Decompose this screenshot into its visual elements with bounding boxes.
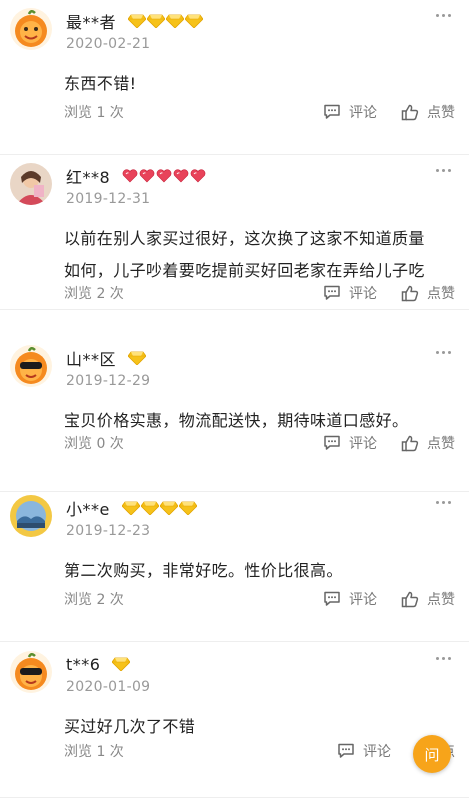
review-date: 2019-12-23	[66, 523, 151, 539]
user-level-badges	[121, 501, 198, 515]
comment-button[interactable]: 评论	[337, 741, 391, 761]
gold-diamond-icon	[128, 351, 147, 365]
more-options-icon[interactable]	[436, 14, 451, 17]
username: 山**区	[66, 350, 117, 369]
review-item: t**62020-01-09买过好几次了不错浏览 1 次评论点	[0, 643, 469, 798]
user-avatar[interactable]	[10, 345, 52, 387]
view-count: 浏览 2 次	[64, 286, 124, 302]
red-heart-icon	[156, 169, 172, 183]
user-info: 山**区	[66, 345, 147, 371]
user-level-badges	[122, 169, 207, 183]
more-options-icon[interactable]	[436, 169, 451, 172]
view-count: 浏览 2 次	[64, 592, 124, 608]
gold-diamond-icon	[166, 14, 185, 28]
like-button[interactable]: 点赞	[401, 283, 455, 303]
review-text: 东西不错!	[64, 68, 454, 100]
review-date: 2020-01-09	[66, 679, 151, 695]
review-item: 山**区 2019-12-29 宝贝价格实惠，物流配送快，期待味道口感好。 浏览 0 …	[0, 337, 469, 492]
like-label: 点赞	[427, 286, 455, 302]
comment-label: 评论	[349, 286, 377, 302]
comment-icon	[324, 591, 340, 606]
comment-icon	[324, 435, 340, 450]
user-level-badges	[112, 657, 131, 671]
user-info: 小**e	[66, 495, 198, 521]
username: 最**者	[66, 13, 117, 32]
user-info: t**6	[66, 651, 131, 677]
review-text-line: 东西不错!	[64, 74, 137, 93]
review-date: 2019-12-29	[66, 373, 151, 389]
view-count: 浏览 1 次	[64, 744, 124, 760]
user-level-badges	[128, 351, 147, 365]
comment-button[interactable]: 评论	[323, 283, 377, 303]
like-label: 点赞	[427, 105, 455, 121]
gold-diamond-icon	[147, 14, 166, 28]
username: t**6	[66, 654, 101, 674]
review-date: 2020-02-21	[66, 36, 151, 52]
comment-label: 评论	[349, 105, 377, 121]
like-button[interactable]: 点赞	[401, 433, 455, 453]
gold-diamond-icon	[140, 501, 159, 515]
gold-diamond-icon	[121, 501, 140, 515]
like-label: 点赞	[427, 436, 455, 452]
review-text: 以前在别人家买过很好，这次换了这家不知道质量 如何，儿子吵着要吃提前买好回老家在弄…	[64, 223, 454, 287]
comment-button[interactable]: 评论	[323, 433, 377, 453]
thumbs-up-icon	[401, 435, 419, 451]
user-info: 最**者	[66, 8, 204, 34]
comment-icon	[338, 743, 354, 758]
gold-diamond-icon	[178, 501, 197, 515]
review-text-line: 第二次购买，非常好吃。性价比很高。	[64, 561, 343, 580]
gold-diamond-icon	[128, 14, 147, 28]
thumbs-up-icon	[401, 591, 419, 607]
view-count: 浏览 0 次	[64, 436, 124, 452]
review-text-line: 以前在别人家买过很好，这次换了这家不知道质量	[64, 229, 425, 248]
thumbs-up-icon	[401, 104, 419, 120]
like-button[interactable]: 点赞	[401, 102, 455, 122]
user-info: 红**8	[66, 163, 207, 189]
comment-button[interactable]: 评论	[323, 102, 377, 122]
user-avatar[interactable]	[10, 163, 52, 205]
review-footer: 浏览 1 次 评论 点赞	[64, 100, 455, 124]
gold-diamond-icon	[185, 14, 204, 28]
comment-icon	[324, 285, 340, 300]
like-label: 点赞	[427, 592, 455, 608]
red-heart-icon	[173, 169, 189, 183]
red-heart-icon	[139, 169, 155, 183]
comment-label: 评论	[349, 436, 377, 452]
user-avatar[interactable]	[10, 651, 52, 693]
review-footer: 浏览 0 次 评论 点赞	[64, 431, 455, 455]
user-avatar[interactable]	[10, 8, 52, 50]
username: 红**8	[66, 168, 111, 187]
thumbs-up-icon	[401, 285, 419, 301]
red-heart-icon	[190, 169, 206, 183]
review-footer: 浏览 2 次 评论 点赞	[64, 281, 455, 305]
review-item: 红**8 2019-12-31 以前在别人家买过很好，这次换了这家不知道质量 如何，儿…	[0, 155, 469, 310]
comment-label: 评论	[363, 744, 391, 760]
gold-diamond-icon	[112, 657, 131, 671]
ask-question-button[interactable]: 问	[413, 735, 451, 773]
user-level-badges	[128, 14, 204, 28]
review-text: 第二次购买，非常好吃。性价比很高。	[64, 555, 454, 587]
comment-button[interactable]: 评论	[323, 589, 377, 609]
username: 小**e	[66, 500, 110, 519]
more-options-icon[interactable]	[436, 351, 451, 354]
ask-question-label: 问	[424, 745, 440, 764]
user-avatar[interactable]	[10, 495, 52, 537]
more-options-icon[interactable]	[436, 657, 451, 660]
review-item: 最**者 2020-02-21 东西不错! 浏览 1 次 评论 点赞	[0, 0, 469, 155]
review-footer: 浏览 2 次 评论 点赞	[64, 587, 455, 611]
review-footer: 浏览 1 次评论点	[64, 739, 455, 763]
red-heart-icon	[122, 169, 138, 183]
review-item: 小**e 2019-12-23 第二次购买，非常好吃。性价比很高。 浏览 2 次 评论 点…	[0, 487, 469, 642]
comment-icon	[324, 104, 340, 119]
view-count: 浏览 1 次	[64, 105, 124, 121]
more-options-icon[interactable]	[436, 501, 451, 504]
gold-diamond-icon	[159, 501, 178, 515]
like-button[interactable]: 点赞	[401, 589, 455, 609]
comment-label: 评论	[349, 592, 377, 608]
review-date: 2019-12-31	[66, 191, 151, 207]
